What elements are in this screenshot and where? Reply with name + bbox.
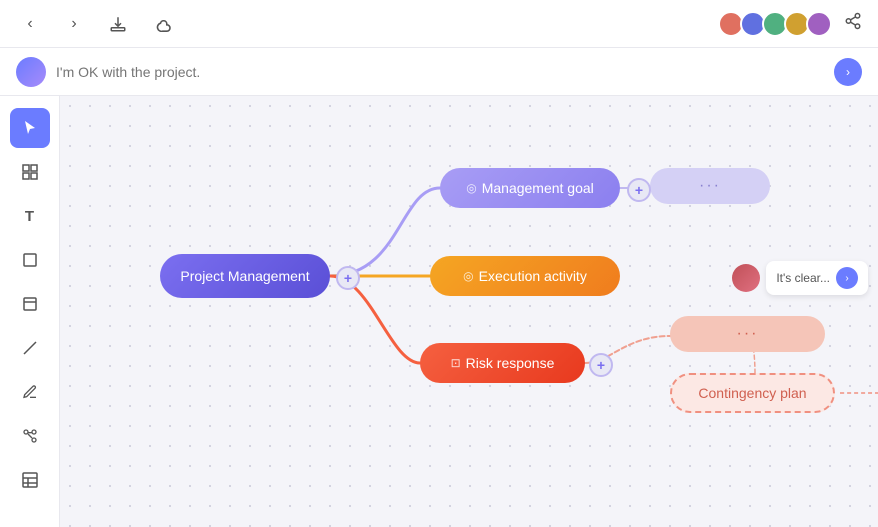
tool-line[interactable]: [10, 328, 50, 368]
node-placeholder-top[interactable]: ···: [650, 168, 770, 204]
tool-table[interactable]: [10, 460, 50, 500]
placeholder-mid-dots: ···: [737, 325, 759, 343]
node-project-management[interactable]: Project Management: [160, 254, 330, 298]
tool-grid[interactable]: [10, 152, 50, 192]
risk-response-label: Risk response: [466, 355, 555, 371]
node-risk-response[interactable]: ⊡ Risk response: [420, 343, 585, 383]
node-management-goal[interactable]: ◎ Management goal: [440, 168, 620, 208]
plus-button-project[interactable]: +: [336, 266, 360, 290]
comment-text-box: It's clear... ›: [766, 261, 868, 295]
forward-button[interactable]: ›: [60, 10, 88, 38]
cloud-button[interactable]: [148, 10, 176, 38]
execution-label: Execution activity: [479, 268, 587, 284]
user-avatar: [16, 57, 46, 87]
execution-icon: ◎: [463, 269, 473, 283]
node-placeholder-mid[interactable]: ···: [670, 316, 825, 352]
download-button[interactable]: [104, 10, 132, 38]
node-execution-activity[interactable]: ◎ Execution activity: [430, 256, 620, 296]
share-button[interactable]: [844, 12, 862, 35]
commenter-avatar: [732, 264, 760, 292]
comment-bubble: It's clear... ›: [732, 261, 868, 295]
topbar: ‹ ›: [0, 0, 878, 48]
risk-icon: ⊡: [451, 356, 461, 370]
management-goal-icon: ◎: [466, 181, 476, 195]
chat-bar: ›: [0, 48, 878, 96]
tool-pen[interactable]: [10, 372, 50, 412]
canvas-area: Project Management ◎ Management goal ◎ E…: [60, 96, 878, 527]
connector-svg: [60, 96, 878, 527]
back-button[interactable]: ‹: [16, 10, 44, 38]
topbar-left: ‹ ›: [16, 10, 176, 38]
left-toolbar: T: [0, 96, 60, 527]
tool-connect[interactable]: [10, 416, 50, 456]
tool-text[interactable]: T: [10, 196, 50, 236]
avatar-group: [718, 11, 832, 37]
comment-send-button[interactable]: ›: [836, 267, 858, 289]
comment-text: It's clear...: [776, 271, 830, 285]
avatar: [806, 11, 832, 37]
topbar-right: [718, 11, 862, 37]
placeholder-top-dots: ···: [699, 177, 721, 195]
plus-button-risk[interactable]: +: [589, 353, 613, 377]
project-management-label: Project Management: [180, 268, 309, 284]
tool-pointer[interactable]: [10, 108, 50, 148]
tool-frame[interactable]: [10, 240, 50, 280]
management-goal-label: Management goal: [482, 180, 594, 196]
plus-button-goal[interactable]: +: [627, 178, 651, 202]
contingency-label: Contingency plan: [698, 385, 806, 401]
node-contingency-plan[interactable]: Contingency plan: [670, 373, 835, 413]
chat-send-button[interactable]: ›: [834, 58, 862, 86]
tool-sticky[interactable]: [10, 284, 50, 324]
chat-input[interactable]: [56, 64, 824, 80]
